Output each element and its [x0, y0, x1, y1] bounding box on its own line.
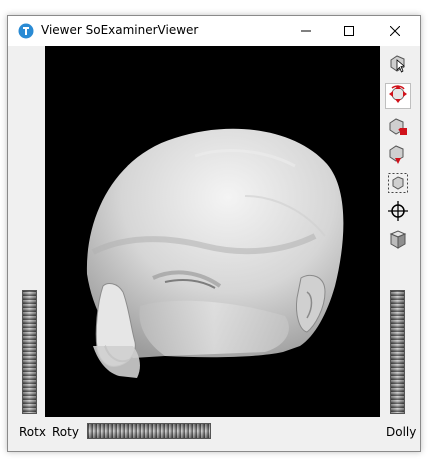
qt-logo-icon [18, 23, 34, 39]
view-all-icon [387, 172, 409, 199]
close-button[interactable] [372, 16, 418, 46]
roty-thumbwheel[interactable] [87, 423, 211, 439]
minimize-icon [301, 26, 311, 36]
minimize-button[interactable] [283, 16, 329, 46]
close-icon [390, 26, 400, 36]
head-model [86, 128, 344, 378]
crosshair-icon [387, 200, 409, 227]
home-button[interactable] [385, 116, 411, 142]
pointer-arrow-icon [387, 52, 409, 79]
projection-button[interactable] [385, 228, 411, 254]
seek-button[interactable] [385, 200, 411, 226]
window-title: Viewer SoExaminerViewer [41, 23, 199, 37]
rotx-thumbwheel[interactable] [22, 290, 37, 414]
set-home-icon [387, 144, 409, 171]
perspective-cube-icon [387, 228, 409, 255]
view-mode-button[interactable] [385, 83, 411, 109]
set-home-button[interactable] [385, 144, 411, 170]
rotate-arrows-icon [387, 83, 409, 110]
rotx-label: Rotx [19, 425, 46, 439]
viewer-window: Viewer SoExaminerViewer Rotx Roty Dolly [7, 15, 421, 452]
view-all-button[interactable] [385, 172, 411, 198]
dolly-thumbwheel[interactable] [390, 290, 405, 414]
dolly-label: Dolly [386, 425, 417, 439]
maximize-button[interactable] [326, 16, 372, 46]
home-view-icon [387, 116, 409, 143]
pick-mode-button[interactable] [385, 52, 411, 78]
maximize-icon [344, 26, 354, 36]
title-bar[interactable]: Viewer SoExaminerViewer [8, 16, 420, 46]
render-viewport[interactable] [45, 46, 380, 417]
roty-label: Roty [52, 425, 79, 439]
